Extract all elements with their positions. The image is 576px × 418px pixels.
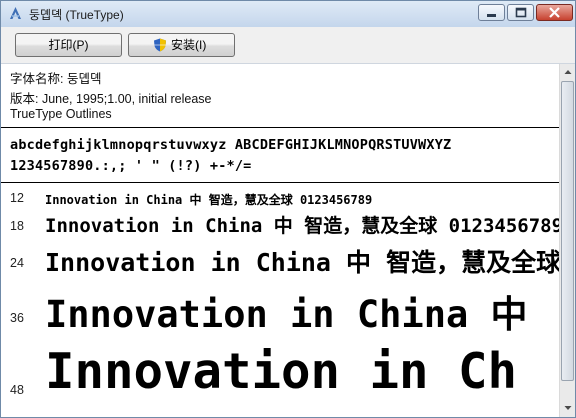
- size-label: 48: [10, 383, 24, 397]
- outlines-line: TrueType Outlines: [10, 107, 112, 121]
- charset-lowercase-uppercase: abcdefghijklmnopqrstuvwxyz ABCDEFGHIJKLM…: [10, 137, 452, 153]
- window-title: 둥뎹뎩 (TrueType): [29, 8, 124, 22]
- install-button[interactable]: 安装(I): [128, 33, 235, 57]
- sample-text: Innovation in China 中: [45, 293, 528, 336]
- sample-text: Innovation in Ch: [45, 343, 518, 400]
- sample-row-18: 18 Innovation in China 中 智造，慧及全球 0123456…: [1, 208, 561, 238]
- install-button-label: 安装(I): [171, 38, 207, 52]
- size-label: 18: [10, 219, 24, 233]
- font-name-line: 字体名称: 둥뎹뎩: [10, 72, 102, 86]
- charset-digits-symbols: 1234567890.:,; ' " (!?) +-*/=: [10, 158, 252, 174]
- vertical-scrollbar[interactable]: [559, 64, 575, 417]
- sample-text: Innovation in China 中 智造，慧及全球: [45, 248, 561, 277]
- print-button-label: 打印(P): [48, 38, 89, 52]
- close-button[interactable]: [536, 4, 573, 21]
- print-button[interactable]: 打印(P): [15, 33, 122, 57]
- sample-row-12: 12 Innovation in China 中 智造，慧及全球 0123456…: [1, 187, 561, 209]
- font-file-icon: [10, 7, 21, 19]
- sample-text: Innovation in China 中 智造，慧及全球 0123456789: [45, 215, 561, 237]
- size-label: 36: [10, 311, 24, 325]
- sample-text: Innovation in China 中 智造，慧及全球 0123456789: [45, 193, 373, 207]
- close-icon: [549, 7, 560, 18]
- minimize-icon: [487, 14, 496, 17]
- scrollbar-thumb[interactable]: [561, 81, 574, 381]
- divider: [1, 182, 561, 183]
- sample-row-48: 48 Innovation in Ch: [1, 341, 561, 417]
- uac-shield-icon: [154, 38, 166, 52]
- font-viewer-window: 둥뎹뎩 (TrueType) 打印(P) 安装(I) 字体名称: 둥뎹뎩 版本:…: [0, 0, 576, 418]
- scroll-down-arrow-icon[interactable]: [561, 401, 575, 415]
- divider: [1, 127, 561, 128]
- maximize-icon: [515, 7, 527, 18]
- maximize-button[interactable]: [507, 4, 534, 21]
- size-label: 12: [10, 191, 24, 205]
- version-line: 版本: June, 1995;1.00, initial release: [10, 92, 212, 106]
- sample-row-24: 24 Innovation in China 中 智造，慧及全球: [1, 239, 561, 279]
- scroll-up-arrow-icon[interactable]: [561, 65, 575, 79]
- title-bar[interactable]: 둥뎹뎩 (TrueType): [1, 1, 575, 27]
- toolbar: 打印(P) 安装(I): [1, 27, 575, 64]
- size-label: 24: [10, 256, 24, 270]
- sample-row-36: 36 Innovation in China 中: [1, 281, 561, 339]
- minimize-button[interactable]: [478, 4, 505, 21]
